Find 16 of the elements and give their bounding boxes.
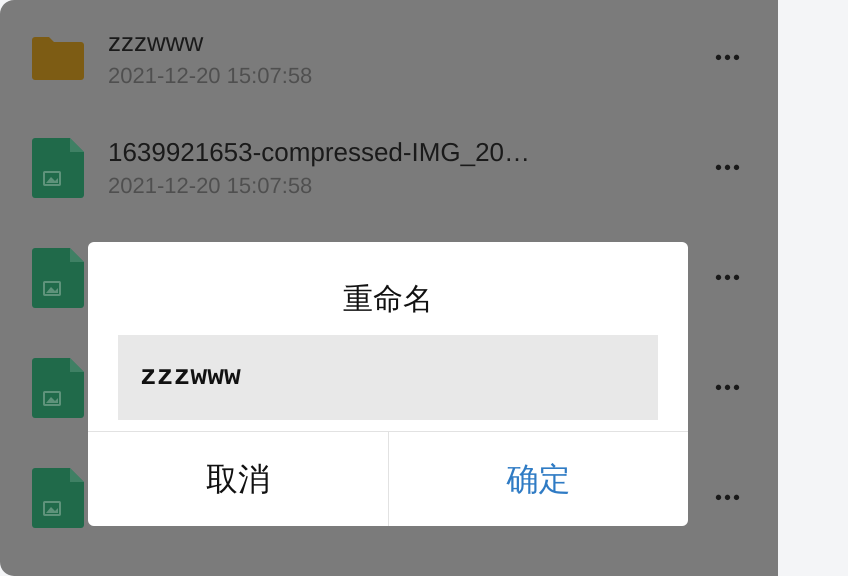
more-button[interactable]: ••• [714,268,742,288]
cancel-button[interactable]: 取消 [88,432,388,526]
more-button[interactable]: ••• [714,378,742,398]
more-button[interactable]: ••• [714,158,742,178]
image-file-icon [32,468,84,528]
file-name: 1639921653-compressed-IMG_20… [108,136,532,168]
more-button[interactable]: ••• [714,48,742,68]
folder-icon [32,36,84,80]
more-button[interactable]: ••• [714,488,742,508]
name-input-field[interactable]: zzzwww [118,335,658,420]
confirm-button[interactable]: 确定 [388,432,688,526]
dialog-title: 重命名 [343,281,433,319]
image-file-icon [32,248,84,308]
image-file-icon [32,358,84,418]
image-file-icon [32,138,84,198]
file-name: zzzwww [108,26,204,58]
